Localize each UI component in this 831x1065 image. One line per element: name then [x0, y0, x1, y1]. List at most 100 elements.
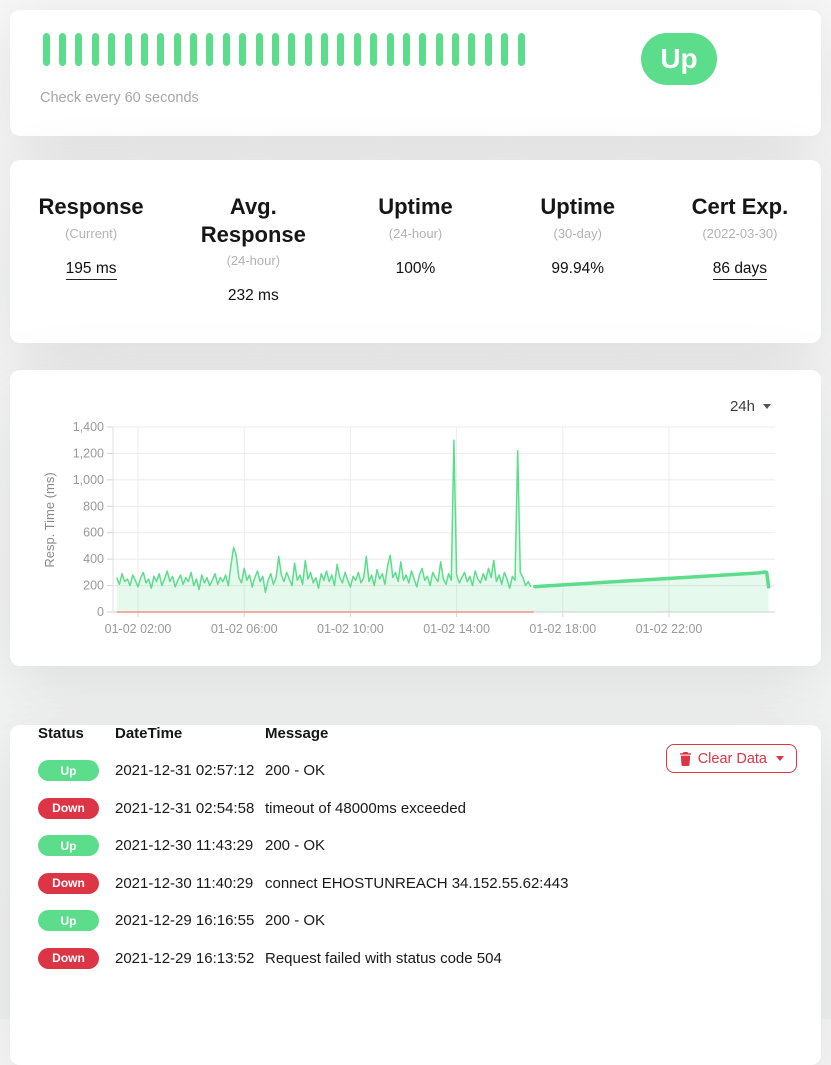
chevron-down-icon[interactable]: [763, 404, 771, 409]
heartbeat-bar[interactable]: [108, 33, 115, 66]
svg-text:01-02 14:00: 01-02 14:00: [423, 622, 490, 636]
heartbeat-bar[interactable]: [321, 33, 328, 66]
row-datetime: 2021-12-31 02:54:58: [115, 800, 265, 817]
svg-text:200: 200: [83, 579, 104, 593]
heartbeat-bar[interactable]: [174, 33, 181, 66]
stat-column: Uptime (30-day) 99.94%: [497, 193, 659, 305]
stat-label: Response: [16, 193, 166, 221]
stat-label: Uptime: [503, 193, 653, 221]
svg-text:01-02 18:00: 01-02 18:00: [529, 622, 596, 636]
heartbeat-bar[interactable]: [239, 33, 246, 66]
response-chart: 02004006008001,0001,2001,40001-02 02:000…: [40, 412, 810, 648]
stat-sublabel: (24-hour): [340, 226, 490, 241]
stat-column: Uptime (24-hour) 100%: [334, 193, 496, 305]
heartbeat-bar[interactable]: [125, 33, 132, 66]
heartbeat-bar[interactable]: [403, 33, 410, 66]
row-message: Request failed with status code 504: [265, 950, 797, 967]
heartbeat-bar[interactable]: [370, 33, 377, 66]
trash-icon: [679, 752, 692, 766]
svg-text:01-02 02:00: 01-02 02:00: [105, 622, 172, 636]
heartbeat-bar[interactable]: [157, 33, 164, 66]
heartbeat-bar[interactable]: [141, 33, 148, 66]
row-status-badge: Up: [38, 835, 99, 856]
svg-text:01-02 10:00: 01-02 10:00: [317, 622, 384, 636]
heartbeat-bar[interactable]: [256, 33, 263, 66]
stat-label: Cert Exp.: [665, 193, 815, 221]
svg-text:Resp. Time (ms): Resp. Time (ms): [42, 472, 57, 567]
heartbeat-bar[interactable]: [354, 33, 361, 66]
stat-column: Response (Current) 195 ms: [10, 193, 172, 305]
stats-card: Response (Current) 195 ms Avg. Response …: [10, 160, 821, 343]
row-datetime: 2021-12-29 16:16:55: [115, 912, 265, 929]
row-message: 200 - OK: [265, 837, 797, 854]
row-datetime: 2021-12-30 11:40:29: [115, 875, 265, 892]
col-message: Message: [265, 725, 797, 742]
heartbeat-bar[interactable]: [75, 33, 82, 66]
stats-row: Response (Current) 195 ms Avg. Response …: [10, 160, 821, 305]
heartbeat-bar[interactable]: [419, 33, 426, 66]
col-status: Status: [38, 725, 115, 742]
row-datetime: 2021-12-29 16:13:52: [115, 950, 265, 967]
stat-value[interactable]: 86 days: [713, 260, 767, 280]
heartbeat-bar[interactable]: [305, 33, 312, 66]
heartbeat-bar[interactable]: [501, 33, 508, 66]
svg-text:1,200: 1,200: [73, 446, 104, 460]
table-row: Down 2021-12-30 11:40:29 connect EHOSTUN…: [38, 865, 797, 903]
stat-column: Avg. Response (24-hour) 232 ms: [172, 193, 334, 305]
clear-data-label: Clear Data: [698, 751, 767, 767]
svg-text:800: 800: [83, 499, 104, 513]
chart-card: 24h 02004006008001,0001,2001,40001-02 02…: [10, 370, 821, 666]
check-interval-text: Check every 60 seconds: [40, 90, 821, 106]
stat-sublabel: (2022-03-30): [665, 226, 815, 241]
stat-label: Uptime: [340, 193, 490, 221]
table-row: Up 2021-12-29 16:16:55 200 - OK: [38, 902, 797, 940]
heartbeat-bar[interactable]: [272, 33, 279, 66]
heartbeat-bar[interactable]: [43, 33, 50, 66]
heartbeat-bar[interactable]: [485, 33, 492, 66]
stat-value: 232 ms: [228, 287, 279, 305]
stat-value[interactable]: 195 ms: [66, 260, 117, 280]
stat-sublabel: (30-day): [503, 226, 653, 241]
stat-sublabel: (Current): [16, 226, 166, 241]
caret-down-icon: [776, 756, 784, 761]
row-status-badge: Up: [38, 910, 99, 931]
clear-data-button[interactable]: Clear Data: [666, 744, 797, 773]
heartbeat-bar[interactable]: [59, 33, 66, 66]
heartbeat-bar[interactable]: [206, 33, 213, 66]
heartbeat-bar[interactable]: [468, 33, 475, 66]
svg-text:01-02 06:00: 01-02 06:00: [211, 622, 278, 636]
stat-column: Cert Exp. (2022-03-30) 86 days: [659, 193, 821, 305]
heartbeat-bar[interactable]: [223, 33, 230, 66]
svg-text:0: 0: [97, 605, 104, 619]
row-message: timeout of 48000ms exceeded: [265, 800, 797, 817]
row-datetime: 2021-12-31 02:57:12: [115, 762, 265, 779]
heartbeat-bar[interactable]: [452, 33, 459, 66]
events-card: Clear Data Status DateTime Message Up 20…: [10, 725, 821, 1065]
stat-value: 99.94%: [551, 260, 604, 278]
heartbeat-bar[interactable]: [337, 33, 344, 66]
heartbeat-bar[interactable]: [436, 33, 443, 66]
heartbeat-bar[interactable]: [387, 33, 394, 66]
svg-text:600: 600: [83, 526, 104, 540]
row-status-badge: Down: [38, 948, 99, 969]
row-status-badge: Down: [38, 798, 99, 819]
stat-value: 100%: [396, 260, 436, 278]
svg-text:400: 400: [83, 552, 104, 566]
svg-text:1,000: 1,000: [73, 473, 104, 487]
heartbeat-bar[interactable]: [518, 33, 525, 66]
heartbeat-bar[interactable]: [190, 33, 197, 66]
table-row: Down 2021-12-29 16:13:52 Request failed …: [38, 940, 797, 978]
svg-text:01-02 22:00: 01-02 22:00: [636, 622, 703, 636]
table-row: Up 2021-12-30 11:43:29 200 - OK: [38, 827, 797, 865]
row-status-badge: Down: [38, 873, 99, 894]
table-row: Down 2021-12-31 02:54:58 timeout of 4800…: [38, 790, 797, 828]
current-status-card: Check every 60 seconds Up: [10, 10, 821, 136]
row-datetime: 2021-12-30 11:43:29: [115, 837, 265, 854]
stat-sublabel: (24-hour): [178, 253, 328, 268]
heartbeat-bar[interactable]: [288, 33, 295, 66]
row-status-badge: Up: [38, 760, 99, 781]
status-badge: Up: [641, 33, 717, 85]
row-message: 200 - OK: [265, 912, 797, 929]
heartbeat-bar[interactable]: [92, 33, 99, 66]
stat-label: Avg. Response: [178, 193, 328, 248]
